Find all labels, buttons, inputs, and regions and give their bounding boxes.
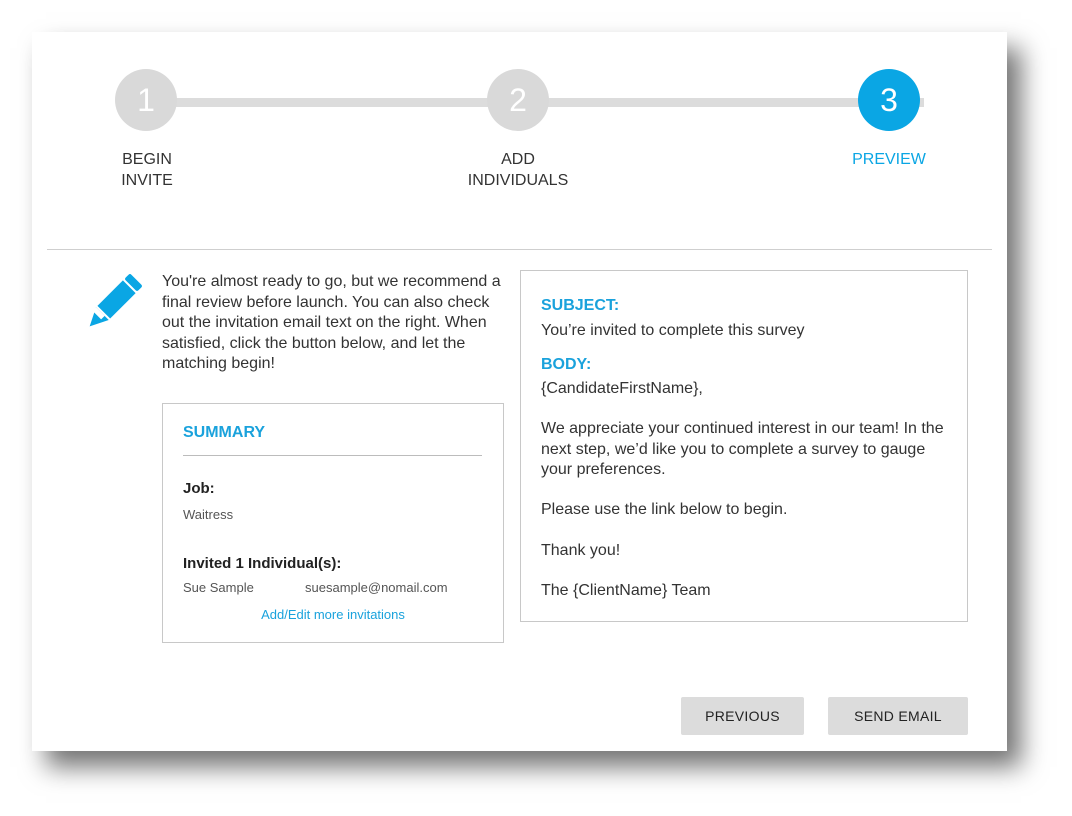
- step-1-label-line1: BEGIN: [122, 151, 172, 168]
- step-1-label: BEGIN INVITE: [77, 149, 217, 191]
- step-3-circle[interactable]: 3: [858, 69, 920, 131]
- step-3-label-line1: PREVIEW: [852, 151, 926, 168]
- send-email-button[interactable]: SEND EMAIL: [828, 697, 968, 735]
- invite-wizard-card: 1 2 3 BEGIN INVITE ADD INDIVIDUALS PREVI…: [32, 32, 1007, 751]
- summary-divider: [183, 455, 482, 456]
- body-paragraph: We appreciate your continued interest in…: [541, 420, 944, 478]
- email-preview-panel: SUBJECT: You’re invited to complete this…: [520, 270, 968, 622]
- job-label: Job:: [183, 480, 215, 497]
- subject-label: SUBJECT:: [541, 297, 620, 314]
- step-2-label-line2: INDIVIDUALS: [467, 172, 569, 189]
- body-greeting: {CandidateFirstName},: [541, 380, 703, 397]
- step-3-label: PREVIEW: [819, 149, 959, 170]
- job-value: Waitress: [183, 507, 234, 522]
- pencil-icon: [84, 274, 142, 337]
- section-divider: [47, 249, 992, 250]
- step-1-label-line2: INVITE: [121, 172, 173, 189]
- body-link-line: Please use the link below to begin.: [541, 501, 788, 518]
- summary-panel: SUMMARY Job: Waitress Invited 1 Individu…: [162, 403, 504, 643]
- step-2-label-line1: ADD: [501, 151, 535, 168]
- step-1-circle[interactable]: 1: [115, 69, 177, 131]
- body-label: BODY:: [541, 356, 592, 373]
- previous-button[interactable]: PREVIOUS: [681, 697, 804, 735]
- summary-title: SUMMARY: [183, 424, 266, 441]
- add-edit-invitations-link[interactable]: Add/Edit more invitations: [163, 607, 503, 622]
- intro-text: You're almost ready to go, but we recomm…: [162, 273, 501, 372]
- body-thanks: Thank you!: [541, 542, 621, 559]
- invitee-email: suesample@nomail.com: [305, 580, 448, 595]
- invitee-name: Sue Sample: [183, 580, 254, 595]
- subject-text: You’re invited to complete this survey: [541, 322, 805, 339]
- step-2-label: ADD INDIVIDUALS: [448, 149, 588, 191]
- body-signature: The {ClientName} Team: [541, 582, 711, 599]
- step-2-circle[interactable]: 2: [487, 69, 549, 131]
- invited-label: Invited 1 Individual(s):: [183, 555, 342, 572]
